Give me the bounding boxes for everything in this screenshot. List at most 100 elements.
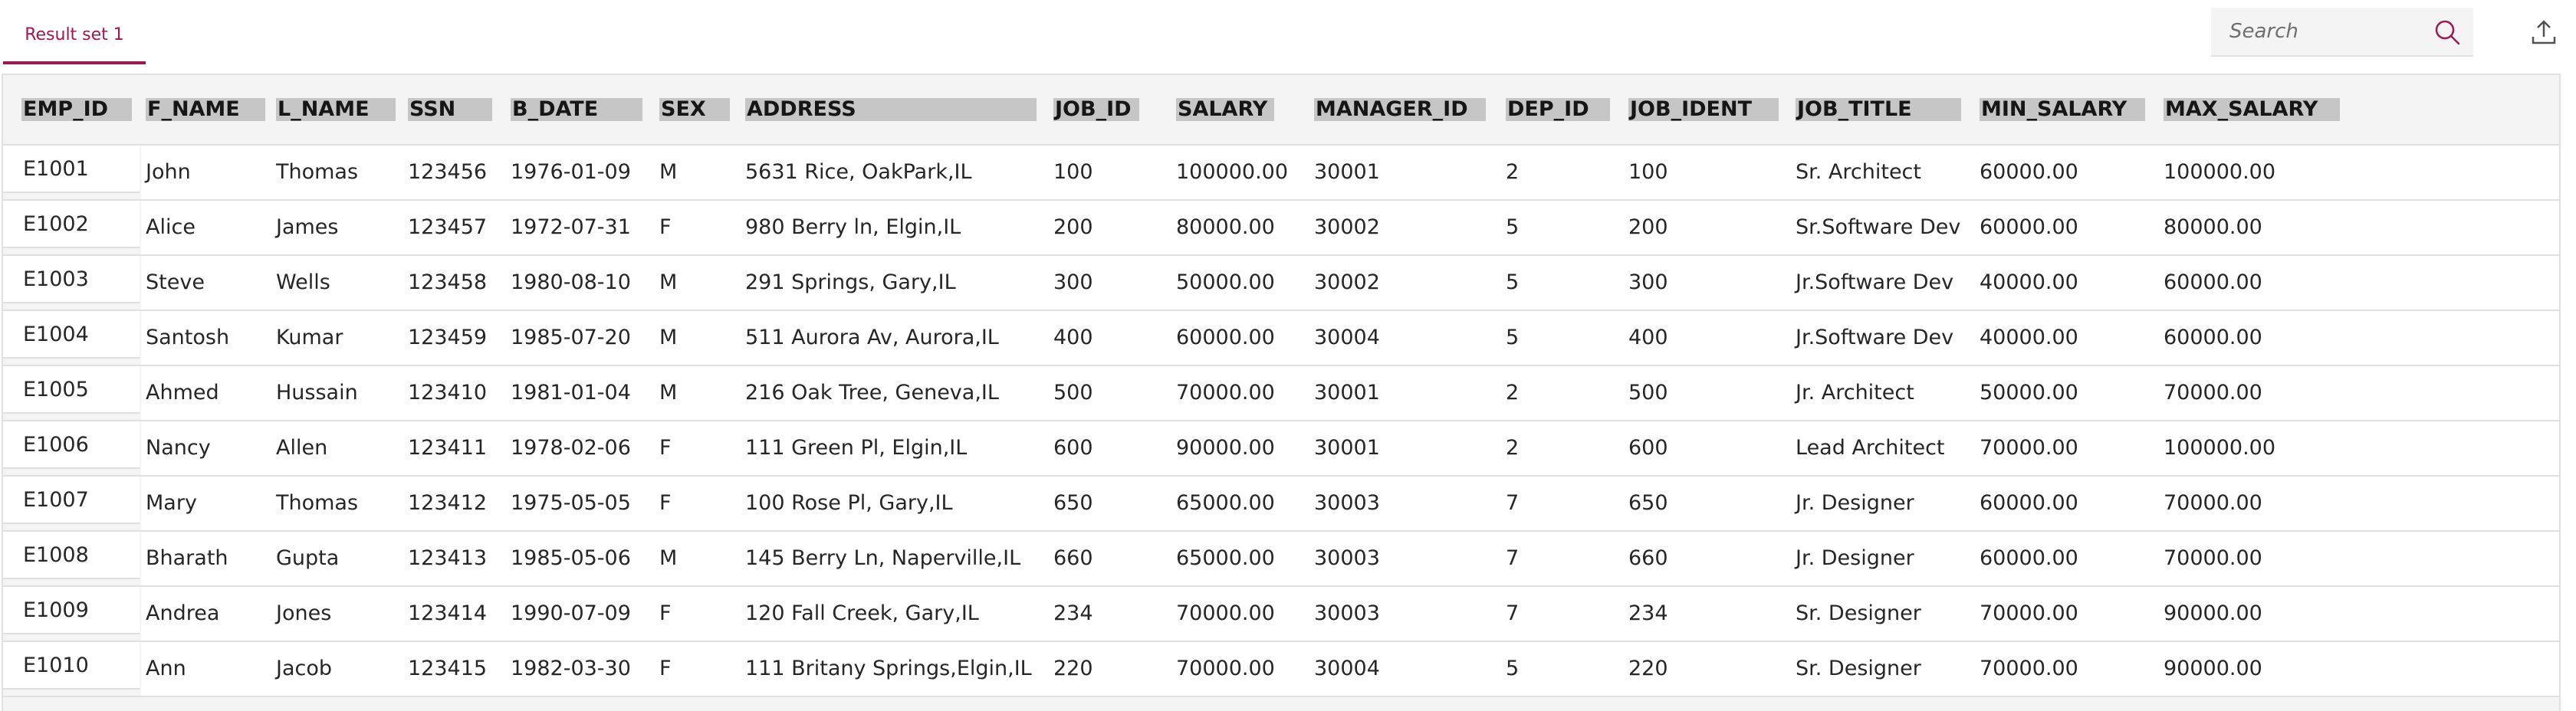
table-row[interactable]: E1003 Steve Wells 123458 1980-08-10 M 291 Spri… [3,256,2559,311]
cell-emp-id: E1010 [3,642,140,690]
cell-address: 291 Springs, Gary,IL [745,270,956,294]
cell-f-name: Andrea [146,601,220,625]
cell-dep-id: 5 [1506,326,1520,349]
table-row[interactable]: E1010 Ann Jacob 123415 1982-03-30 F 111 Britan… [3,642,2559,697]
cell-l-name: Jacob [276,657,333,680]
column-header-min-salary[interactable]: MIN_SALARY [1980,98,2145,121]
cell-job-ident: 300 [1628,270,1668,294]
column-header-sex[interactable]: SEX [659,98,730,121]
cell-min-salary: 60000.00 [1980,160,2078,184]
cell-min-salary: 60000.00 [1980,491,2078,515]
cell-f-name: Mary [146,491,197,515]
cell-b-date: 1980-08-10 [511,270,631,294]
cell-dep-id: 2 [1506,381,1520,405]
cell-job-title: Sr. Designer [1796,601,1921,625]
cell-salary: 65000.00 [1176,546,1275,570]
table-row[interactable]: E1005 Ahmed Hussain 123410 1981-01-04 M 216 Oa… [3,366,2559,421]
cell-min-salary: 70000.00 [1980,657,2078,680]
cell-max-salary: 70000.00 [2164,546,2262,570]
cell-ssn: 123411 [408,436,488,460]
cell-job-id: 650 [1053,491,1093,515]
cell-max-salary: 70000.00 [2164,381,2262,405]
column-header-dep-id[interactable]: DEP_ID [1506,98,1610,121]
cell-min-salary: 50000.00 [1980,381,2078,405]
cell-job-id: 660 [1053,546,1093,570]
cell-salary: 90000.00 [1176,436,1275,460]
cell-l-name: Gupta [276,546,340,570]
column-header-salary[interactable]: SALARY [1176,98,1274,121]
cell-max-salary: 60000.00 [2164,270,2262,294]
cell-b-date: 1972-07-31 [511,215,631,239]
cell-sex: M [659,326,678,349]
cell-ssn: 123459 [408,326,488,349]
cell-job-title: Jr.Software Dev [1796,326,1954,349]
cell-ssn: 123458 [408,270,488,294]
cell-job-ident: 660 [1628,546,1668,570]
column-header-b-date[interactable]: B_DATE [511,98,642,121]
cell-max-salary: 60000.00 [2164,326,2262,349]
cell-manager-id: 30001 [1314,160,1380,184]
column-header-max-salary[interactable]: MAX_SALARY [2164,98,2340,121]
cell-min-salary: 60000.00 [1980,546,2078,570]
tab-result-set-1[interactable]: Result set 1 [3,8,146,64]
column-header-emp-id[interactable]: EMP_ID [21,98,132,121]
cell-l-name: Thomas [276,160,359,184]
cell-f-name: Bharath [146,546,228,570]
cell-f-name: John [146,160,191,184]
cell-b-date: 1990-07-09 [511,601,631,625]
cell-sex: F [659,601,672,625]
cell-f-name: Alice [146,215,196,239]
column-header-job-title[interactable]: JOB_TITLE [1796,98,1961,121]
cell-salary: 70000.00 [1176,381,1275,405]
cell-emp-id: E1009 [3,587,140,634]
cell-job-id: 200 [1053,215,1093,239]
search-input[interactable] [2229,8,2429,55]
cell-sex: F [659,436,672,460]
cell-b-date: 1985-05-06 [511,546,631,570]
cell-l-name: Allen [276,436,328,460]
cell-salary: 50000.00 [1176,270,1275,294]
cell-l-name: Wells [276,270,330,294]
cell-job-ident: 200 [1628,215,1668,239]
search-box[interactable] [2211,8,2473,57]
table-row[interactable]: E1009 Andrea Jones 123414 1990-07-09 F 120 Fal… [3,587,2559,642]
cell-max-salary: 100000.00 [2164,160,2276,184]
column-header-l-name[interactable]: L_NAME [276,98,396,121]
table-row[interactable]: E1002 Alice James 123457 1972-07-31 F 980 Berr… [3,201,2559,256]
cell-dep-id: 7 [1506,601,1520,625]
cell-job-ident: 600 [1628,436,1668,460]
cell-ssn: 123415 [408,657,488,680]
cell-l-name: James [276,215,339,239]
results-table: EMP_ID F_NAME L_NAME SSN B_DATE SEX ADDRESS JOB… [2,74,2561,711]
column-header-job-id[interactable]: JOB_ID [1053,98,1139,121]
cell-max-salary: 90000.00 [2164,601,2262,625]
cell-sex: M [659,381,678,405]
cell-manager-id: 30002 [1314,215,1380,239]
upload-export-icon[interactable] [2530,17,2558,48]
cell-job-title: Lead Architect [1796,436,1945,460]
column-header-f-name[interactable]: F_NAME [146,98,265,121]
cell-address: 980 Berry ln, Elgin,IL [745,215,961,239]
cell-job-title: Sr. Architect [1796,160,1921,184]
column-header-manager-id[interactable]: MANAGER_ID [1314,98,1486,121]
cell-address: 145 Berry Ln, Naperville,IL [745,546,1021,570]
cell-dep-id: 7 [1506,546,1520,570]
column-header-job-ident[interactable]: JOB_IDENT [1628,98,1779,121]
search-icon[interactable] [2433,18,2461,46]
cell-job-id: 220 [1053,657,1093,680]
cell-job-ident: 500 [1628,381,1668,405]
column-header-ssn[interactable]: SSN [408,98,492,121]
cell-l-name: Jones [276,601,332,625]
table-row[interactable]: E1006 Nancy Allen 123411 1978-02-06 F 111 Gree… [3,421,2559,477]
cell-salary: 65000.00 [1176,491,1275,515]
cell-dep-id: 2 [1506,160,1520,184]
cell-manager-id: 30001 [1314,381,1380,405]
cell-salary: 70000.00 [1176,601,1275,625]
table-row[interactable]: E1008 Bharath Gupta 123413 1985-05-06 M 145 Be… [3,532,2559,587]
table-row[interactable]: E1001 John Thomas 123456 1976-01-09 M 5631 Ric… [3,146,2559,201]
cell-max-salary: 70000.00 [2164,491,2262,515]
column-header-address[interactable]: ADDRESS [745,98,1037,121]
cell-manager-id: 30001 [1314,436,1380,460]
table-row[interactable]: E1007 Mary Thomas 123412 1975-05-05 F 100 Rose… [3,477,2559,532]
table-row[interactable]: E1004 Santosh Kumar 123459 1985-07-20 M 511 Au… [3,311,2559,366]
